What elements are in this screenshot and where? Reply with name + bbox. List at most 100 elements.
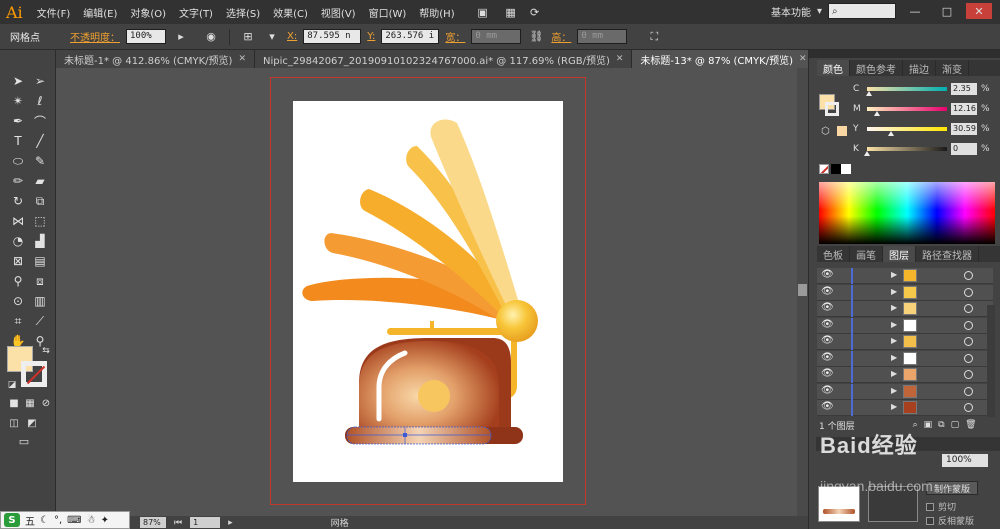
expand-arrow-icon[interactable]: ▶ [891, 369, 897, 378]
expand-arrow-icon[interactable]: ▶ [891, 386, 897, 395]
artboard-tool-icon[interactable]: ⌗ [8, 312, 28, 330]
transform-icon[interactable]: ⛶ [645, 29, 663, 45]
expand-arrow-icon[interactable]: ▶ [891, 287, 897, 296]
menu-select[interactable]: 选择(S) [226, 5, 260, 20]
menu-edit[interactable]: 编辑(E) [83, 5, 117, 20]
chevron-down-icon[interactable]: ▾ [817, 6, 822, 17]
menu-object[interactable]: 对象(O) [130, 5, 166, 20]
tab-brushes[interactable]: 画笔 [850, 246, 883, 262]
close-icon[interactable]: ✕ [799, 54, 807, 64]
target-circle-icon[interactable] [964, 386, 973, 396]
visibility-eye-icon[interactable]: 👁 [821, 385, 834, 396]
tab-document-1[interactable]: 未标题-1* @ 412.86% (CMYK/预览) ✕ [56, 50, 255, 68]
layers-scrollbar[interactable] [987, 305, 995, 417]
menu-type[interactable]: 文字(T) [179, 5, 213, 20]
next-artboard-icon[interactable]: ▸ [228, 518, 233, 528]
curvature-tool-icon[interactable]: ⌒ [30, 112, 50, 130]
tab-document-3[interactable]: 未标题-13* @ 87% (CMYK/预览) ✕ [632, 50, 816, 68]
ime-mode-label[interactable]: 五 [25, 513, 35, 528]
tab-swatches[interactable]: 色板 [817, 246, 850, 262]
new-sublayer-icon[interactable]: ⧉ [938, 420, 944, 430]
gradient-tool-icon[interactable]: ▤ [30, 252, 50, 270]
target-circle-icon[interactable] [964, 370, 973, 379]
checkbox[interactable] [926, 516, 934, 525]
selection-tool-icon[interactable]: ➤ [8, 72, 28, 90]
artboard-number-input[interactable]: 1 [190, 517, 221, 528]
vertical-scrollbar[interactable] [797, 68, 808, 516]
layer-row[interactable]: 👁 ▶ [817, 350, 993, 367]
visibility-eye-icon[interactable]: 👁 [821, 270, 834, 280]
minimize-button[interactable]: — [902, 3, 928, 19]
make-mask-button[interactable]: 制作蒙版 [926, 481, 978, 495]
target-circle-icon[interactable] [964, 403, 973, 412]
swap-colors-icon[interactable]: ⇆ [36, 342, 56, 360]
scale-tool-icon[interactable]: ⧉ [30, 192, 50, 210]
skin-icon[interactable]: ☃ [87, 515, 96, 526]
magenta-slider[interactable] [867, 107, 947, 116]
menu-view[interactable]: 视图(V) [321, 5, 356, 20]
slider-knob[interactable] [873, 111, 880, 116]
gramophone-artwork[interactable] [293, 101, 563, 482]
transparency-opacity-input[interactable]: 100% [942, 454, 988, 467]
cyan-slider[interactable] [865, 87, 947, 96]
chevron-down-icon[interactable]: ▾ [263, 29, 281, 45]
visibility-eye-icon[interactable]: 👁 [821, 286, 834, 297]
expand-arrow-icon[interactable]: ▶ [891, 336, 897, 345]
menu-window[interactable]: 窗口(W) [369, 5, 407, 20]
rotate-tool-icon[interactable]: ↻ [8, 192, 28, 210]
layer-row[interactable]: 👁 ▶ [817, 284, 993, 301]
stroke-color-swatch[interactable] [21, 361, 47, 387]
tab-gradient[interactable]: 渐变 [936, 60, 969, 76]
direct-selection-tool-icon[interactable]: ➢ [30, 72, 50, 90]
opacity-input[interactable]: 100% [126, 29, 166, 44]
layer-row[interactable]: 👁 ▶ [817, 301, 993, 317]
visibility-eye-icon[interactable]: 👁 [821, 303, 834, 313]
help-search-input[interactable]: ⌕ [828, 3, 896, 19]
draw-normal-icon[interactable]: ◫ [4, 414, 24, 432]
eraser-tool-icon[interactable]: ▰ [30, 172, 50, 190]
layer-row[interactable]: 👁 ▶ [817, 334, 993, 350]
color-spectrum[interactable] [819, 182, 995, 244]
slider-knob[interactable] [864, 151, 870, 156]
expand-arrow-icon[interactable]: ▶ [891, 270, 897, 279]
target-circle-icon[interactable] [964, 287, 973, 297]
canvas-area[interactable] [56, 68, 797, 516]
cube-icon[interactable]: ⬡ [821, 126, 830, 137]
layer-row[interactable]: 👁 ▶ [817, 367, 993, 383]
ime-toolbar[interactable]: S 五 ☾ °, ⌨ ☃ ✦ [0, 511, 130, 529]
tab-pathfinder[interactable]: 路径查找器 [916, 246, 979, 262]
black-swatch[interactable] [831, 164, 841, 174]
target-circle-icon[interactable] [964, 337, 973, 346]
draw-mode-icon[interactable]: ◩ [22, 414, 42, 432]
expand-arrow-icon[interactable]: ▶ [891, 320, 897, 329]
recolor-icon[interactable]: ◉ [202, 29, 220, 45]
visibility-eye-icon[interactable]: 👁 [821, 352, 834, 363]
tab-color[interactable]: 颜色 [817, 60, 850, 76]
expand-arrow-icon[interactable]: ▶ [891, 353, 897, 362]
pen-tool-icon[interactable]: ✒ [8, 112, 28, 130]
tab-stroke[interactable]: 描边 [903, 60, 936, 76]
menu-effect[interactable]: 效果(C) [273, 5, 308, 20]
black-value[interactable]: 0 [951, 143, 977, 155]
expand-arrow-icon[interactable]: ▶ [891, 303, 897, 312]
graph-tool-icon[interactable]: ▥ [30, 292, 50, 310]
settings-icon[interactable]: ✦ [101, 515, 109, 526]
magic-wand-tool-icon[interactable]: ✴ [8, 92, 28, 110]
x-input[interactable]: 87.595 n [303, 29, 362, 44]
opacity-dropdown-icon[interactable]: ▸ [172, 29, 190, 45]
out-of-gamut-swatch[interactable] [837, 126, 847, 136]
arrange-documents-icon[interactable]: ▦ [502, 4, 520, 20]
yellow-slider[interactable] [867, 127, 947, 136]
link-icon[interactable]: ⛓ [527, 29, 545, 45]
scrollbar-thumb[interactable] [798, 284, 807, 296]
magenta-value[interactable]: 12.16 [951, 103, 977, 115]
panel-dock-header[interactable] [809, 50, 1000, 58]
width-input[interactable]: 0 mm [471, 29, 522, 44]
layer-row[interactable]: 👁 ▶ [817, 400, 993, 416]
artboard[interactable] [293, 101, 563, 482]
slider-knob[interactable] [888, 131, 895, 136]
visibility-eye-icon[interactable]: 👁 [821, 336, 834, 346]
slider-knob[interactable] [865, 91, 872, 96]
moon-icon[interactable]: ☾ [40, 515, 49, 526]
layer-row[interactable]: 👁 ▶ [817, 268, 993, 284]
